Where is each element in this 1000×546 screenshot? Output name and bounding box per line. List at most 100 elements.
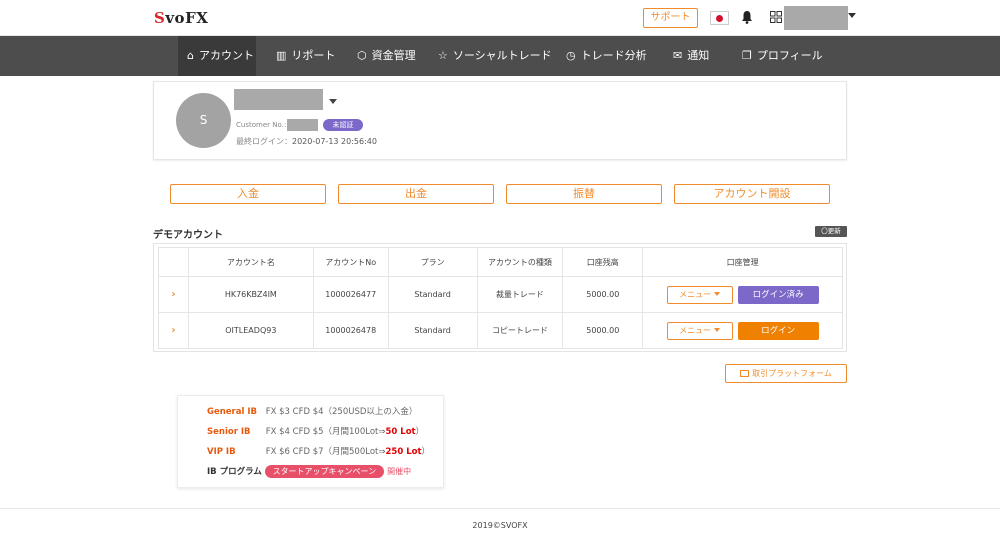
account-balance: 5000.00 bbox=[562, 312, 644, 349]
logo-prefix: S bbox=[154, 9, 166, 27]
deposit-button[interactable]: 入金 bbox=[170, 184, 326, 204]
table-row: › OITLEADQ93 1000026478 Standard コピートレード… bbox=[158, 312, 843, 349]
ib-vip-highlight: 250 Lot bbox=[385, 447, 422, 457]
menu-dropdown-button[interactable]: メニュー bbox=[666, 285, 733, 304]
account-plan: Standard bbox=[387, 312, 478, 349]
ib-general-row: General IB FX $3 CFD $4（250USD以上の入金） bbox=[207, 405, 417, 417]
logo-text: voFX bbox=[165, 9, 209, 27]
avatar: S bbox=[176, 93, 231, 148]
nav-item-funds[interactable]: ⬡ 資金管理 bbox=[357, 36, 416, 76]
column-header: アカウントの種類 bbox=[476, 247, 564, 277]
customer-no-redacted bbox=[287, 119, 318, 131]
ib-senior-highlight: 50 Lot bbox=[385, 427, 416, 437]
demo-accounts-title: デモアカウント bbox=[153, 230, 223, 241]
nav-label: プロフィール bbox=[756, 49, 823, 62]
account-type: 裁量トレード bbox=[476, 276, 564, 313]
clock-icon: ◷ bbox=[566, 49, 576, 62]
wallet-icon: ⬡ bbox=[357, 49, 367, 62]
campaign-badge[interactable]: スタートアップキャンペーン bbox=[264, 465, 385, 478]
trading-platform-button[interactable]: 取引プラットフォーム bbox=[725, 364, 847, 383]
ib-vip-row: VIP IB FX $6 CFD $7（月間500Lot⇒250 Lot） bbox=[207, 445, 430, 457]
withdraw-button[interactable]: 出金 bbox=[338, 184, 494, 204]
nav-label: アカウント bbox=[198, 49, 254, 62]
column-header: 口座残高 bbox=[562, 247, 644, 277]
status-badge: 未認証 bbox=[323, 119, 363, 131]
platform-label: 取引プラットフォーム bbox=[752, 369, 832, 378]
nav-item-notifications[interactable]: ✉ 通知 bbox=[673, 36, 709, 76]
nav-label: リポート bbox=[291, 49, 336, 62]
ib-program-row: IB プログラム スタートアップキャンペーン 開催中 bbox=[207, 465, 411, 478]
customer-no-label: Customer No.: bbox=[236, 121, 287, 129]
mail-icon: ✉ bbox=[673, 49, 683, 62]
account-name: HK76KBZ4IM bbox=[187, 276, 314, 313]
star-icon: ☆ bbox=[438, 49, 448, 62]
nav-item-profile[interactable]: ❐ プロフィール bbox=[742, 36, 823, 76]
top-header: SvoFX サポート bbox=[0, 0, 1000, 36]
ib-general-text: FX $3 CFD $4（250USD以上の入金） bbox=[265, 407, 418, 417]
footer-divider bbox=[0, 508, 1000, 509]
last-login-label: 最終ログイン： bbox=[236, 137, 292, 146]
ib-senior-row: Senior IB FX $4 CFD $5（月間100Lot⇒50 Lot） bbox=[207, 425, 424, 437]
bell-icon[interactable] bbox=[741, 10, 753, 24]
account-type: コピートレード bbox=[476, 312, 564, 349]
column-header: アカウントNo bbox=[312, 247, 389, 277]
ib-vip-text: FX $6 CFD $7（月間500Lot⇒ bbox=[265, 447, 386, 457]
nav-item-account[interactable]: ⌂ アカウント bbox=[178, 36, 256, 76]
chevron-down-icon bbox=[714, 292, 721, 296]
ongoing-label: 開催中 bbox=[387, 467, 412, 476]
ib-tier-general: General IB bbox=[207, 407, 257, 417]
nav-item-report[interactable]: ▥ リポート bbox=[276, 36, 335, 76]
refresh-button[interactable]: 〇更新 bbox=[815, 226, 847, 237]
footer-copyright: 2019©SVOFX bbox=[472, 521, 528, 530]
logged-in-button[interactable]: ログイン済み bbox=[737, 285, 819, 304]
expand-column-header bbox=[158, 247, 189, 277]
menu-dropdown-button[interactable]: メニュー bbox=[666, 321, 733, 340]
user-name-redacted[interactable] bbox=[784, 6, 848, 30]
last-login: 最終ログイン：2020-07-13 20:56:40 bbox=[236, 136, 377, 147]
chevron-right-icon[interactable]: › bbox=[171, 325, 175, 336]
column-header: プラン bbox=[387, 247, 478, 277]
nav-label: ソーシャルトレード bbox=[452, 49, 552, 62]
nav-item-social-trade[interactable]: ☆ ソーシャルトレード bbox=[438, 36, 552, 76]
nav-label: 資金管理 bbox=[371, 49, 416, 62]
nav-label: トレード分析 bbox=[580, 49, 647, 62]
table-header-row: アカウント名 アカウントNo プラン アカウントの種類 口座残高 口座管理 bbox=[158, 247, 843, 277]
nav-item-trade-analysis[interactable]: ◷ トレード分析 bbox=[566, 36, 647, 76]
expand-row-toggle[interactable]: › bbox=[158, 312, 189, 349]
column-header: 口座管理 bbox=[642, 247, 843, 277]
table-row: › HK76KBZ4IM 1000026477 Standard 裁量トレード … bbox=[158, 276, 843, 313]
ib-vip-end: ） bbox=[421, 447, 431, 457]
chevron-right-icon[interactable]: › bbox=[171, 289, 175, 300]
account-balance: 5000.00 bbox=[562, 276, 644, 313]
login-button[interactable]: ログイン bbox=[737, 321, 819, 340]
main-nav: ⌂ アカウント ▥ リポート ⬡ 資金管理 ☆ ソーシャルトレード ◷ トレード分析 ✉ 通… bbox=[0, 36, 1000, 76]
demo-accounts-table: アカウント名 アカウントNo プラン アカウントの種類 口座残高 口座管理 › … bbox=[158, 247, 843, 349]
user-name-redacted[interactable] bbox=[234, 89, 323, 110]
open-account-button[interactable]: アカウント開設 bbox=[674, 184, 830, 204]
ib-senior-text: FX $4 CFD $5（月間100Lot⇒ bbox=[265, 427, 386, 437]
support-button[interactable]: サポート bbox=[643, 8, 698, 28]
chart-icon: ▥ bbox=[276, 49, 287, 62]
home-icon: ⌂ bbox=[187, 49, 194, 62]
ib-senior-end: ） bbox=[415, 427, 425, 437]
account-number: 1000026477 bbox=[312, 276, 389, 313]
account-actions: メニュー ログイン済み bbox=[642, 276, 843, 313]
chevron-down-icon[interactable] bbox=[848, 13, 856, 18]
account-plan: Standard bbox=[387, 276, 478, 313]
last-login-value: 2020-07-13 20:56:40 bbox=[292, 137, 377, 146]
document-icon: ❐ bbox=[742, 49, 752, 62]
column-header: アカウント名 bbox=[187, 247, 314, 277]
chevron-down-icon bbox=[714, 328, 721, 332]
chevron-down-icon[interactable] bbox=[329, 99, 337, 104]
grid-icon[interactable] bbox=[770, 11, 782, 23]
monitor-icon bbox=[740, 370, 750, 377]
transfer-button[interactable]: 振替 bbox=[506, 184, 662, 204]
ib-program-label: IB プログラム bbox=[207, 467, 262, 477]
account-number: 1000026478 bbox=[312, 312, 389, 349]
svofx-logo[interactable]: SvoFX bbox=[154, 9, 208, 27]
japan-flag-icon[interactable] bbox=[710, 11, 729, 25]
expand-row-toggle[interactable]: › bbox=[158, 276, 189, 313]
ib-tier-vip: VIP IB bbox=[207, 447, 236, 457]
nav-label: 通知 bbox=[687, 49, 710, 62]
menu-label: メニュー bbox=[679, 289, 712, 299]
